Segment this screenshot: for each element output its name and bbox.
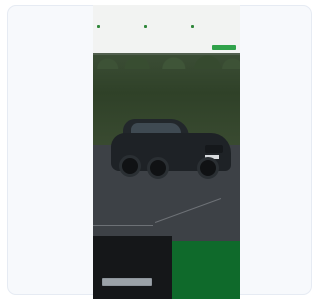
- checkbox-icon[interactable]: [191, 25, 194, 28]
- hero-treeline: [93, 51, 240, 69]
- cookie-accept-button[interactable]: [212, 45, 236, 50]
- car-grille: [205, 145, 223, 153]
- car-wheel-right: [197, 157, 219, 179]
- car-wheel-rear: [147, 157, 169, 179]
- cookie-banner: [93, 5, 240, 53]
- promo-dark-button[interactable]: [102, 278, 152, 286]
- cookie-option[interactable]: [191, 25, 235, 43]
- cookie-option[interactable]: [144, 25, 188, 43]
- checkbox-icon[interactable]: [144, 25, 147, 28]
- cookie-banner-actions: [97, 45, 236, 51]
- promo-dark-panel: [93, 236, 172, 299]
- car-wheel-front: [119, 155, 141, 177]
- road-marking: [93, 225, 153, 226]
- promo-green-panel: [172, 241, 240, 299]
- checkbox-icon[interactable]: [97, 25, 100, 28]
- cookie-option[interactable]: [97, 25, 141, 43]
- cookie-banner-title: [97, 9, 236, 15]
- page-preview: [93, 5, 240, 299]
